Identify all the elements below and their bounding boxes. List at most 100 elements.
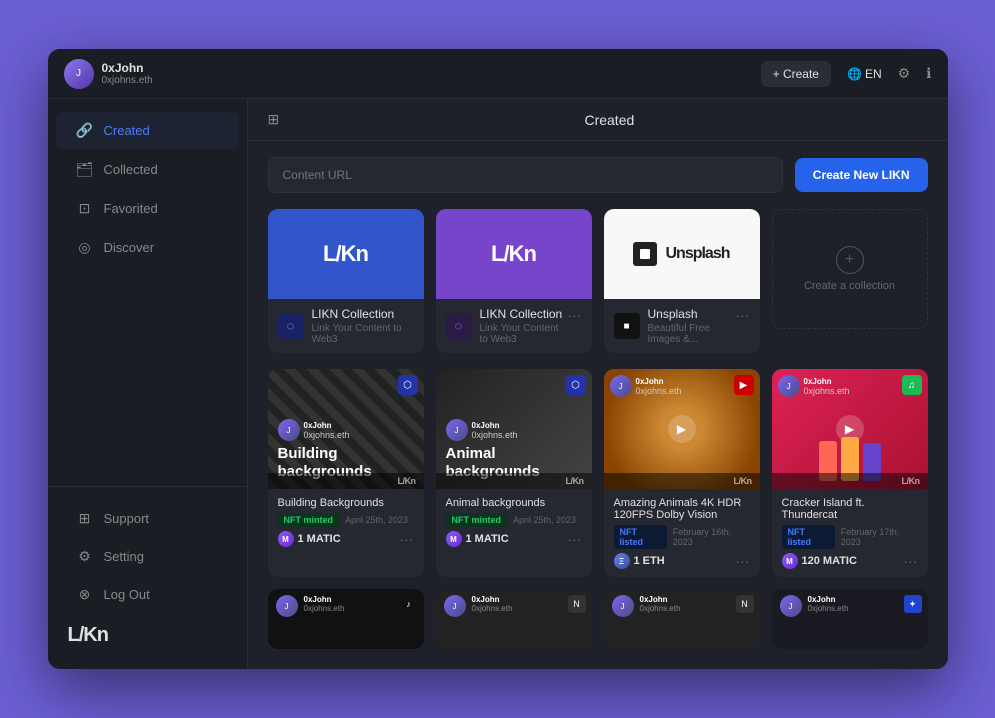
nft-card-img-animal: J 0xJohn 0xjohns.eth Animalbackgrounds ⬡	[436, 369, 592, 489]
create-likn-button[interactable]: Create New LIKN	[795, 158, 928, 192]
cracker-price-row: M 120 MATIC ···	[782, 553, 918, 569]
cat-price: Ξ 1 ETH	[614, 553, 665, 569]
cracker-platform-badge: ♫	[902, 375, 922, 395]
user-name: 0xJohn	[102, 61, 153, 75]
user-avatar[interactable]: J	[64, 59, 94, 89]
animal-price-value: 1 MATIC	[466, 533, 509, 545]
sidebar-item-discover[interactable]: ◎ Discover	[56, 229, 239, 266]
building-title: Building Backgrounds	[278, 497, 414, 509]
building-user-overlay: J 0xJohn 0xjohns.eth	[278, 419, 414, 441]
unsplash-logo-row: Unsplash	[633, 242, 729, 266]
cracker-date: February 17th, 2023	[841, 527, 918, 547]
cracker-user-overlay: J 0xJohn 0xjohns.eth	[778, 375, 850, 397]
partial-cards-row: J 0xJohn 0xjohns.eth ♪ J 0xJohn	[268, 589, 928, 649]
cracker-status-badge: NFT listed	[782, 525, 835, 549]
sidebar-item-created[interactable]: 🔗 Created	[56, 112, 239, 149]
cat-more-icon[interactable]: ···	[736, 553, 750, 569]
content-area: ⊞ Created Create New LIKN L/Kn	[248, 99, 948, 669]
collection-card-img-unsplash: Unsplash	[604, 209, 760, 299]
partial-tiktok-avatar: J	[276, 595, 298, 617]
plus-circle-icon: +	[836, 246, 864, 274]
unsplash-logo-text: Unsplash	[665, 245, 729, 263]
collection-card-unsplash[interactable]: Unsplash ■ Unsplash Beautiful Free Imag	[604, 209, 760, 353]
cat-user-avatar: J	[610, 375, 632, 397]
nft-card-building[interactable]: J 0xJohn 0xjohns.eth Buildingbackgrounds…	[268, 369, 424, 577]
cracker-more-icon[interactable]: ···	[904, 553, 918, 569]
avatar-image: J	[64, 59, 94, 89]
animal-meta-row: NFT minted April 25th, 2023	[446, 513, 582, 527]
cat-play-button[interactable]: ▶	[668, 415, 696, 443]
cat-user-info: 0xJohn 0xjohns.eth	[636, 377, 682, 396]
cat-platform-badge: ▶	[734, 375, 754, 395]
collection-card-likn-2[interactable]: L/Kn ⬡ LIKN Collection Link Your Content…	[436, 209, 592, 353]
collection-meta-2: ⬡ LIKN Collection Link Your Content to W…	[446, 307, 568, 345]
cat-card-info: Amazing Animals 4K HDR 120FPS Dolby Visi…	[604, 489, 760, 577]
collection-card-likn-1[interactable]: L/Kn ⬡ LIKN Collection Link Your Content…	[268, 209, 424, 353]
logout-icon: ⊗	[76, 586, 94, 603]
collection-desc-1: Link Your Content to Web3	[312, 323, 414, 345]
content-title: Created	[291, 112, 927, 128]
main-layout: 🔗 Created 🗂 Collected ⊡ Favorited ◎ Disc…	[48, 99, 948, 669]
sidebar-item-logout[interactable]: ⊗ Log Out	[56, 576, 239, 613]
unsplash-text: Unsplash Beautiful Free Images &...	[648, 307, 736, 345]
collection-text-2: LIKN Collection Link Your Content to Web…	[480, 307, 568, 345]
sidebar-label-logout: Log Out	[104, 587, 150, 602]
sidebar-item-collected[interactable]: 🗂 Collected	[56, 151, 239, 188]
collection-desc-2: Link Your Content to Web3	[480, 323, 568, 345]
nft-card-img-building: J 0xJohn 0xjohns.eth Buildingbackgrounds…	[268, 369, 424, 489]
cat-date: February 16th, 2023	[673, 527, 750, 547]
sidebar-item-support[interactable]: ⊞ Support	[56, 500, 239, 537]
unsplash-title: Unsplash	[648, 307, 736, 321]
nft-card-animal[interactable]: J 0xJohn 0xjohns.eth Animalbackgrounds ⬡	[436, 369, 592, 577]
cat-meta-row: NFT listed February 16th, 2023	[614, 525, 750, 549]
top-bar-left: J 0xJohn 0xjohns.eth	[64, 59, 153, 89]
cracker-price: M 120 MATIC	[782, 553, 857, 569]
animal-bottom-bar: L/Kn	[436, 473, 592, 489]
building-matic-icon: M	[278, 531, 294, 547]
settings-icon[interactable]: ⚙	[898, 65, 911, 82]
cat-bottom-bar: L/Kn	[604, 473, 760, 489]
partial-card-notion-2[interactable]: J 0xJohn 0xjohns.eth N	[604, 589, 760, 649]
cracker-bottom-bar: L/Kn	[772, 473, 928, 489]
cat-price-value: 1 ETH	[634, 555, 665, 567]
content-header: ⊞ Created	[248, 99, 948, 141]
partial-card-dark[interactable]: J 0xJohn 0xjohns.eth ✦	[772, 589, 928, 649]
partial-dark-avatar: J	[780, 595, 802, 617]
animal-status-badge: NFT minted	[446, 513, 508, 527]
cat-status-badge: NFT listed	[614, 525, 667, 549]
building-more-icon[interactable]: ···	[400, 531, 414, 547]
header-grid-icon[interactable]: ⊞	[268, 111, 280, 128]
animal-user-info: 0xJohn 0xjohns.eth	[472, 421, 518, 440]
collection-meta-1: ⬡ LIKN Collection Link Your Content to W…	[278, 307, 414, 345]
partial-tiktok-info: 0xJohn 0xjohns.eth	[304, 595, 345, 613]
collection-info-unsplash: ■ Unsplash Beautiful Free Images &... ··…	[604, 299, 760, 353]
unsplash-desc: Beautiful Free Images &...	[648, 323, 736, 345]
language-selector[interactable]: 🌐 EN	[847, 67, 882, 81]
animal-more-icon[interactable]: ···	[568, 531, 582, 547]
nft-card-cracker[interactable]: J 0xJohn 0xjohns.eth ♫ ▶	[772, 369, 928, 577]
nft-card-img-cracker: J 0xJohn 0xjohns.eth ♫ ▶	[772, 369, 928, 489]
partial-card-notion-1[interactable]: J 0xJohn 0xjohns.eth N	[436, 589, 592, 649]
app-window: J 0xJohn 0xjohns.eth + Create 🌐 EN ⚙ ℹ 🔗…	[48, 49, 948, 669]
nft-card-cat[interactable]: J 0xJohn 0xjohns.eth ▶ ▶ L/Kn	[604, 369, 760, 577]
sidebar-item-favorited[interactable]: ⊡ Favorited	[56, 190, 239, 227]
nft-card-img-cat: J 0xJohn 0xjohns.eth ▶ ▶ L/Kn	[604, 369, 760, 489]
notion-icon-2: N	[736, 595, 754, 613]
unsplash-thumb-icon: ■	[614, 313, 640, 339]
collection-title-1: LIKN Collection	[312, 307, 414, 321]
created-icon: 🔗	[76, 122, 94, 139]
more-icon-2[interactable]: ···	[568, 307, 582, 323]
partial-notion2-info: 0xJohn 0xjohns.eth	[640, 595, 681, 613]
cracker-matic-icon: M	[782, 553, 798, 569]
url-bar-row: Create New LIKN	[268, 157, 928, 193]
create-collection-card[interactable]: + Create a collection	[772, 209, 928, 329]
partial-card-tiktok[interactable]: J 0xJohn 0xjohns.eth ♪	[268, 589, 424, 649]
top-bar: J 0xJohn 0xjohns.eth + Create 🌐 EN ⚙ ℹ	[48, 49, 948, 99]
cracker-title: Cracker Island ft. Thundercat	[782, 497, 918, 521]
sidebar-label-favorited: Favorited	[104, 201, 158, 216]
create-button[interactable]: + Create	[761, 61, 831, 87]
sidebar-item-setting[interactable]: ⚙ Setting	[56, 538, 239, 575]
info-icon[interactable]: ℹ	[926, 65, 931, 82]
more-icon-unsplash[interactable]: ···	[736, 307, 750, 323]
url-input[interactable]	[268, 157, 783, 193]
